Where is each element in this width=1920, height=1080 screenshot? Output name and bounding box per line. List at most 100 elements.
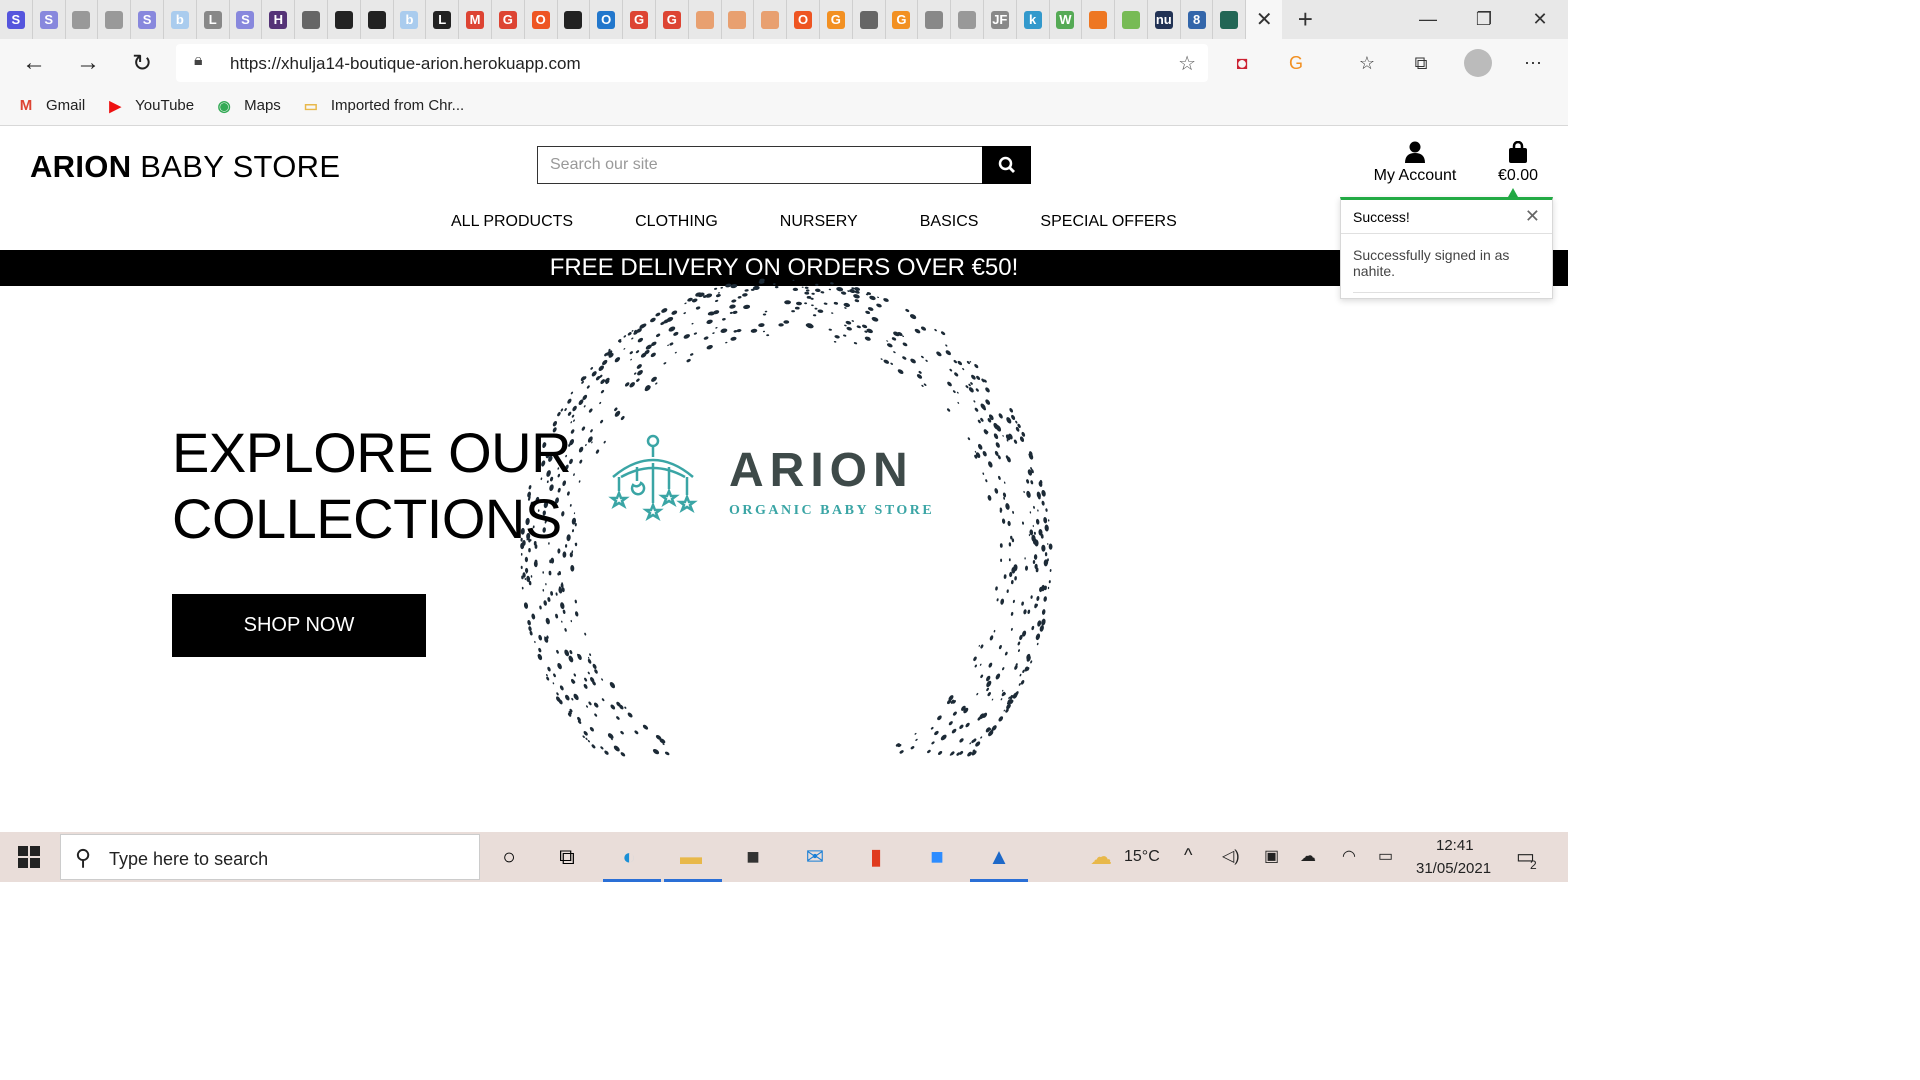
browser-tab[interactable]: G	[623, 0, 656, 39]
toast-divider	[1353, 292, 1540, 293]
new-tab-button[interactable]: +	[1282, 0, 1328, 39]
cart-link[interactable]: €0.00	[1490, 141, 1546, 185]
profile-avatar[interactable]	[1464, 49, 1492, 77]
forward-button[interactable]: →	[70, 45, 106, 81]
browser-tab[interactable]	[754, 0, 788, 39]
clock-time[interactable]: 12:41	[1436, 837, 1474, 854]
bookmark-item[interactable]: ▶ YouTube	[105, 97, 194, 115]
browser-tab[interactable]: k	[1017, 0, 1050, 39]
zoom-icon[interactable]: ■	[920, 840, 954, 874]
browser-tab[interactable]: L	[426, 0, 460, 39]
collections-icon[interactable]: ⧉	[1409, 51, 1433, 75]
bookmark-item[interactable]: ▭ Imported from Chr...	[301, 97, 464, 115]
pocket-extension-icon[interactable]: ◘	[1230, 51, 1254, 75]
browser-tab[interactable]	[918, 0, 952, 39]
battery-icon[interactable]: ▭	[1378, 846, 1393, 866]
chevron-up-icon[interactable]: ^	[1184, 845, 1192, 866]
wifi-icon[interactable]: ◠	[1342, 846, 1356, 866]
browser-tab[interactable]	[951, 0, 984, 39]
clock-date[interactable]: 31/05/2021	[1416, 860, 1491, 877]
browser-tab[interactable]	[66, 0, 99, 39]
speckle-dot	[956, 391, 959, 394]
browser-tab[interactable]: b	[394, 0, 427, 39]
browser-tab[interactable]: L	[197, 0, 230, 39]
browser-tab[interactable]	[1213, 0, 1247, 39]
browser-tab[interactable]: S	[0, 0, 33, 39]
meet-now-icon[interactable]: ▣	[1264, 846, 1279, 866]
shop-now-button[interactable]: SHOP NOW	[172, 594, 426, 657]
speckle-dot	[1030, 660, 1033, 664]
onedrive-icon[interactable]: ☁	[1300, 846, 1316, 866]
speckle-dot	[1006, 589, 1009, 593]
nav-basics[interactable]: BASICS	[920, 213, 979, 231]
restore-button[interactable]: ❐	[1456, 0, 1512, 39]
browser-tab[interactable]	[853, 0, 886, 39]
task-view-icon[interactable]: ⧉	[550, 840, 584, 874]
browser-tab[interactable]	[328, 0, 361, 39]
browser-tab[interactable]: H	[262, 0, 296, 39]
volume-icon[interactable]: ◁)	[1222, 846, 1240, 866]
browser-tab[interactable]	[558, 0, 591, 39]
site-logo[interactable]: ARION BABY STORE	[30, 149, 340, 185]
favorites-icon[interactable]: ☆	[1355, 51, 1379, 75]
nav-clothing[interactable]: CLOTHING	[635, 213, 718, 231]
add-favorite-icon[interactable]: ☆	[1178, 51, 1196, 76]
nav-special-offers[interactable]: SPECIAL OFFERS	[1040, 213, 1176, 231]
nav-all-products[interactable]: ALL PRODUCTS	[451, 213, 573, 231]
grammarly-extension-icon[interactable]: G	[1284, 51, 1308, 75]
browser-tab[interactable]: 8	[1181, 0, 1214, 39]
weather-icon[interactable]: ☁	[1084, 840, 1118, 874]
browser-tab[interactable]	[295, 0, 328, 39]
nav-nursery[interactable]: NURSERY	[780, 213, 858, 231]
browser-tab[interactable]: G	[820, 0, 853, 39]
browser-tab[interactable]: nu	[1148, 0, 1181, 39]
bookmark-item[interactable]: ◉ Maps	[214, 97, 281, 115]
site-search-input[interactable]: Search our site	[537, 146, 983, 184]
browser-tab[interactable]: G	[492, 0, 525, 39]
browser-tab[interactable]	[689, 0, 722, 39]
browser-tab[interactable]: b	[164, 0, 197, 39]
file-explorer-icon[interactable]: ▬	[674, 840, 708, 874]
browser-tab[interactable]: G	[656, 0, 689, 39]
active-tab-close-icon[interactable]: ✕	[1246, 0, 1283, 39]
weather-temperature[interactable]: 15°C	[1124, 848, 1160, 866]
mail-icon[interactable]: ✉	[798, 840, 832, 874]
cortana-icon[interactable]: ○	[492, 840, 526, 874]
browser-tab[interactable]	[722, 0, 755, 39]
browser-tab[interactable]	[98, 0, 132, 39]
browser-tab[interactable]	[1115, 0, 1148, 39]
back-button[interactable]: ←	[16, 45, 52, 81]
browser-tab[interactable]: O	[787, 0, 820, 39]
browser-tab[interactable]: JF	[984, 0, 1017, 39]
close-window-button[interactable]: ✕	[1512, 0, 1568, 39]
close-icon[interactable]: ✕	[1525, 206, 1540, 227]
bookmark-item[interactable]: M Gmail	[16, 97, 85, 114]
my-account-link[interactable]: My Account	[1370, 141, 1460, 185]
speckle-dot	[1014, 576, 1017, 581]
browser-tab[interactable]: S	[230, 0, 263, 39]
browser-tab[interactable]: S	[131, 0, 164, 39]
browser-tab[interactable]: W	[1050, 0, 1083, 39]
browser-tab[interactable]: S	[33, 0, 66, 39]
minimize-button[interactable]: —	[1400, 0, 1456, 39]
browser-tab[interactable]	[361, 0, 394, 39]
speckle-dot	[750, 328, 758, 333]
browser-tab-strip: S S Sb L S Hb L M G O O G G O G G JF k Wnu 8 ✕ +	[0, 0, 1568, 39]
browser-tab[interactable]: G	[886, 0, 919, 39]
taskbar-search-box[interactable]: ⚲ Type here to search	[60, 834, 480, 880]
edge-icon[interactable]: ◐	[612, 840, 646, 874]
browser-tab[interactable]: O	[525, 0, 558, 39]
search-button[interactable]	[982, 146, 1031, 184]
more-options-icon[interactable]: ⋯	[1521, 51, 1545, 75]
speckle-dot	[1035, 633, 1041, 641]
url-text[interactable]: https://xhulja14-boutique-arion.herokuap…	[230, 54, 581, 74]
browser-tab[interactable]: M	[459, 0, 492, 39]
refresh-button[interactable]: ↻	[124, 45, 160, 81]
address-bar[interactable]: 🔒︎ https://xhulja14-boutique-arion.herok…	[176, 44, 1208, 82]
store-icon[interactable]: ■	[736, 840, 770, 874]
browser-tab[interactable]: O	[590, 0, 624, 39]
windows-start-icon[interactable]	[18, 846, 40, 868]
photos-icon[interactable]: ▲	[982, 840, 1016, 874]
browser-tab[interactable]	[1082, 0, 1116, 39]
office-icon[interactable]: ▮	[859, 840, 893, 874]
